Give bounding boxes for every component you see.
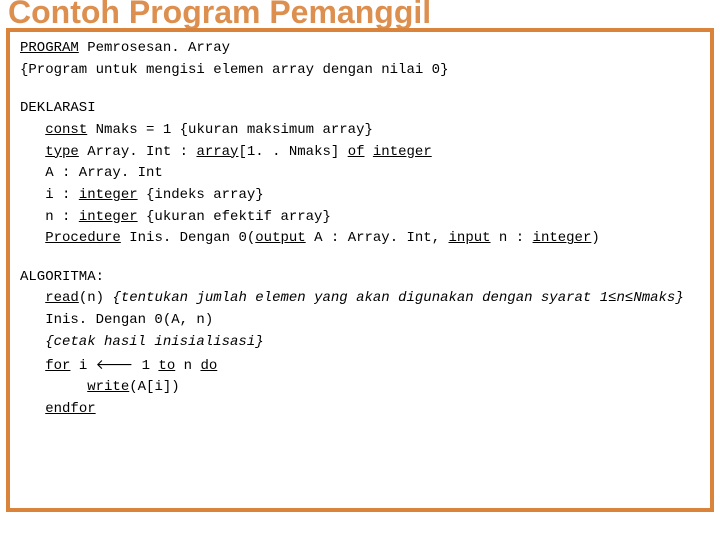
program-comment: {Program untuk mengisi elemen array deng… (20, 60, 700, 82)
endfor-keyword: endfor (45, 401, 95, 417)
deklarasi-header: DEKLARASI (20, 98, 700, 120)
write-line: write(A[i]) (20, 377, 700, 399)
arrow-icon: 🡐 (96, 356, 134, 372)
for-line: for i 🡐 1 to n do (20, 354, 700, 378)
integer-keyword: integer (373, 144, 432, 160)
integer-keyword-i: integer (79, 187, 138, 203)
algoritma-header: ALGORITMA: (20, 267, 700, 289)
a-decl: A : Array. Int (20, 163, 700, 185)
for-keyword: for (45, 358, 70, 374)
read-keyword: read (45, 290, 79, 306)
type-keyword: type (45, 144, 79, 160)
to-keyword: to (158, 358, 175, 374)
const-rest: Nmaks = 1 {ukuran maksimum array} (87, 122, 373, 138)
write-keyword: write (87, 379, 129, 395)
code-frame: PROGRAM Pemrosesan. Array {Program untuk… (6, 28, 714, 512)
input-keyword: input (449, 230, 491, 246)
endfor-line: endfor (20, 399, 700, 421)
const-line: const Nmaks = 1 {ukuran maksimum array} (20, 120, 700, 142)
i-decl: i : integer {indeks array} (20, 185, 700, 207)
read-line: read(n) {tentukan jumlah elemen yang aka… (20, 288, 700, 310)
program-line: PROGRAM Pemrosesan. Array (20, 38, 700, 60)
n-decl: n : integer {ukuran efektif array} (20, 207, 700, 229)
integer-keyword-n: integer (79, 209, 138, 225)
blank-1 (20, 81, 700, 98)
cetak-comment: {cetak hasil inisialisasi} (20, 332, 700, 354)
blank-2 (20, 250, 700, 267)
call-line: Inis. Dengan 0(A, n) (20, 310, 700, 332)
do-keyword: do (200, 358, 217, 374)
output-keyword: output (255, 230, 305, 246)
read-comment: {tentukan jumlah elemen yang akan diguna… (112, 290, 683, 306)
integer-keyword-proc: integer (533, 230, 592, 246)
const-keyword: const (45, 122, 87, 138)
program-keyword: PROGRAM (20, 40, 79, 56)
procedure-keyword: Procedure (45, 230, 121, 246)
array-keyword: array (196, 144, 238, 160)
procedure-line: Procedure Inis. Dengan 0(output A : Arra… (20, 228, 700, 250)
type-line: type Array. Int : array[1. . Nmaks] of i… (20, 142, 700, 164)
program-name: Pemrosesan. Array (79, 40, 230, 56)
slide-title: Contoh Program Pemanggil (8, 0, 431, 31)
of-keyword: of (348, 144, 365, 160)
